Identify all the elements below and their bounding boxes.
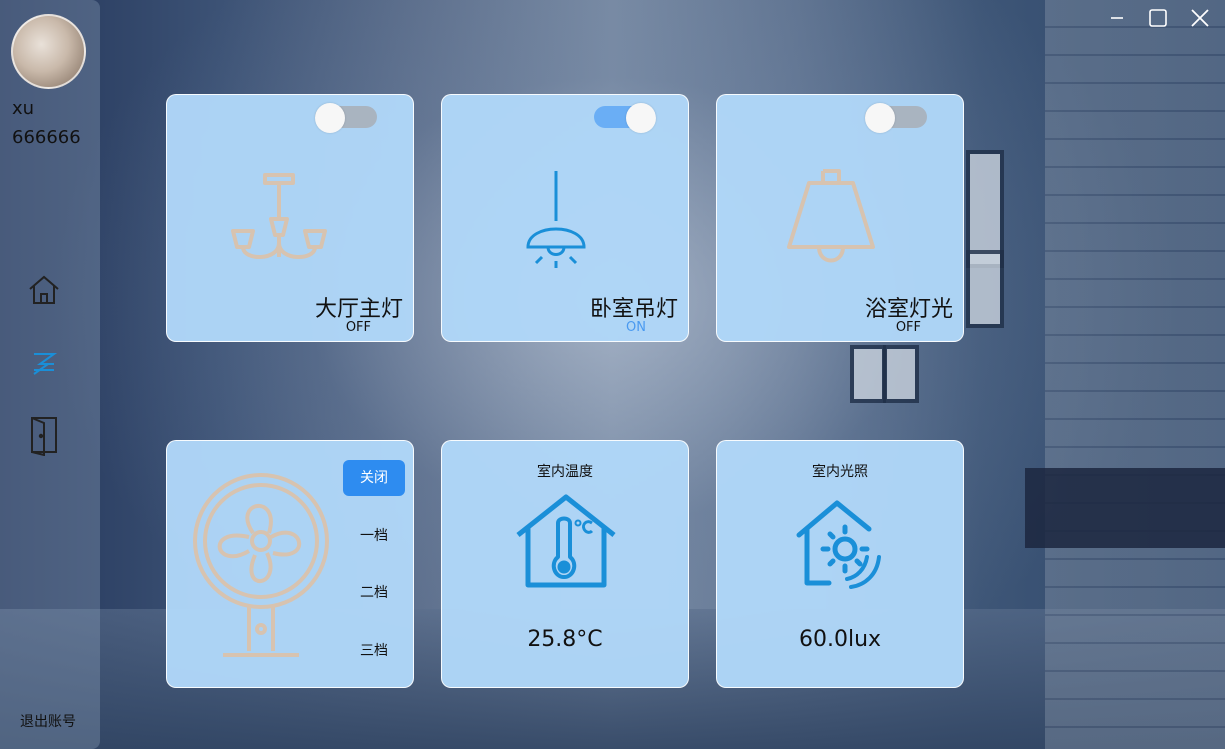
light-title: 大厅主灯 [314, 297, 403, 322]
user-name: xu [12, 98, 35, 119]
temperature-value: 25.8°C [527, 627, 603, 652]
toggle-knob [315, 103, 345, 133]
devices-icon[interactable] [26, 346, 62, 382]
fan-speed-3-button[interactable]: 三档 [343, 633, 405, 669]
sidebar: xu 666666 退出账号 [0, 0, 100, 749]
light-toggle[interactable] [315, 103, 377, 133]
avatar[interactable] [11, 14, 86, 89]
fan-card: 关闭 一档 二档 三档 [166, 440, 414, 688]
light-title: 卧室吊灯 [589, 297, 678, 322]
light-card-bedroom: 卧室吊灯 ON [441, 94, 689, 342]
light-toggle[interactable] [594, 103, 656, 133]
fan-icon [191, 471, 331, 665]
temperature-card: 室内温度 25.8°C [441, 440, 689, 688]
illumination-label: 室内光照 [812, 464, 868, 480]
light-status: OFF [345, 320, 371, 335]
illumination-card: 室内光照 60.0lux [716, 440, 964, 688]
pendant-lamp-icon [522, 171, 590, 275]
close-icon[interactable] [1183, 6, 1217, 30]
minimize-icon[interactable] [1102, 6, 1136, 30]
user-id: 666666 [12, 127, 81, 148]
toggle-knob [865, 103, 895, 133]
picture-frame [883, 345, 919, 403]
temperature-label: 室内温度 [537, 464, 593, 480]
picture-frame [966, 250, 1004, 328]
chandelier-icon [225, 173, 333, 273]
illumination-value: 60.0lux [798, 627, 882, 652]
house-sun-icon [795, 499, 889, 593]
light-card-living-room: 大厅主灯 OFF [166, 94, 414, 342]
fan-speed-2-button[interactable]: 二档 [343, 575, 405, 611]
light-status: ON [626, 320, 646, 335]
brick-wall [1045, 0, 1225, 749]
cabinet [1025, 468, 1225, 548]
fan-off-button[interactable]: 关闭 [343, 460, 405, 496]
picture-frame [850, 345, 886, 403]
house-thermometer-icon [514, 493, 618, 593]
home-icon[interactable] [26, 272, 62, 308]
logout-button[interactable]: 退出账号 [20, 711, 76, 731]
maximize-icon[interactable] [1142, 6, 1176, 30]
door-exit-icon[interactable] [26, 416, 62, 457]
bell-lamp-icon [781, 169, 881, 271]
light-card-bathroom: 浴室灯光 OFF [716, 94, 964, 342]
toggle-knob [626, 103, 656, 133]
fan-speed-1-button[interactable]: 一档 [343, 518, 405, 554]
light-toggle[interactable] [865, 103, 927, 133]
light-status: OFF [895, 320, 921, 335]
light-title: 浴室灯光 [864, 297, 953, 322]
